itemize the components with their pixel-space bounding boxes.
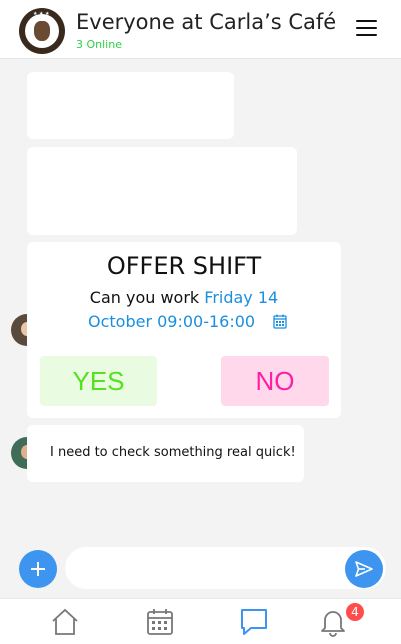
calendar-icon xyxy=(146,608,174,636)
offer-shift-card: OFFER SHIFT Can you work Friday 14 Octob… xyxy=(27,242,341,418)
yes-button[interactable]: YES xyxy=(40,356,157,406)
send-icon xyxy=(354,559,374,579)
online-status: 3 Online xyxy=(76,38,122,51)
calendar-icon[interactable] xyxy=(273,314,287,329)
menu-icon[interactable] xyxy=(356,20,377,36)
message-bubble xyxy=(27,147,297,235)
send-button[interactable] xyxy=(345,550,383,588)
message-bubble xyxy=(27,72,234,139)
plus-icon xyxy=(29,560,47,578)
offer-title: OFFER SHIFT xyxy=(27,252,341,280)
offer-question-prefix: Can you work xyxy=(90,288,205,307)
no-button[interactable]: NO xyxy=(221,356,329,406)
offer-time: October 09:00-16:00 xyxy=(88,312,255,331)
offer-date: Friday 14 xyxy=(204,288,278,307)
chat-header: ★★★ Everyone at Carla’s Café 3 Online xyxy=(0,0,401,59)
home-icon xyxy=(50,608,80,636)
message-bubble: I need to check something real quick! xyxy=(27,425,304,482)
message-input[interactable] xyxy=(65,547,386,589)
message-text: I need to check something real quick! xyxy=(50,445,296,460)
bell-icon xyxy=(319,607,347,637)
nav-chat[interactable] xyxy=(224,599,284,644)
notification-badge: 4 xyxy=(346,603,364,621)
add-button[interactable] xyxy=(19,550,57,588)
nav-calendar[interactable] xyxy=(130,599,190,644)
offer-question: Can you work Friday 14 xyxy=(27,288,341,307)
chat-icon xyxy=(239,608,269,636)
chat-title: Everyone at Carla’s Café xyxy=(76,10,336,34)
nav-home[interactable] xyxy=(35,599,95,644)
bottom-nav xyxy=(0,598,401,644)
cafe-logo: ★★★ xyxy=(19,8,65,54)
